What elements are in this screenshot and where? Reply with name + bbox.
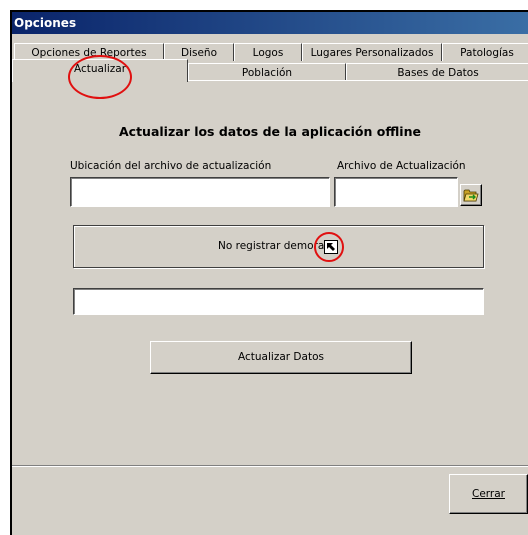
- tab-label: Actualizar: [73, 63, 127, 75]
- location-label: Ubicación del archivo de actualización: [70, 160, 272, 172]
- tab-poblacion[interactable]: Población: [188, 63, 346, 81]
- no-delay-group: No registrar demoras: [73, 225, 484, 268]
- tab-bases-de-datos[interactable]: Bases de Datos: [346, 63, 528, 81]
- open-folder-icon: [463, 188, 479, 205]
- footer-separator: [12, 465, 528, 467]
- tab-panel-border: [188, 80, 528, 81]
- close-button[interactable]: Cerrar: [449, 474, 528, 514]
- tab-label: Opciones de Reportes: [31, 47, 147, 59]
- tab-lugares-personalizados[interactable]: Lugares Personalizados: [302, 43, 442, 61]
- tab-label: Lugares Personalizados: [310, 47, 434, 59]
- arrow-up-left-icon[interactable]: [324, 240, 338, 254]
- window-title: Opciones: [14, 16, 77, 30]
- file-input[interactable]: [334, 177, 458, 207]
- tab-label: Población: [241, 67, 293, 79]
- update-data-button[interactable]: Actualizar Datos: [150, 341, 412, 374]
- tab-logos[interactable]: Logos: [234, 43, 302, 61]
- title-bar: Opciones: [12, 12, 528, 34]
- options-window: Opciones Opciones de Reportes Diseño Log…: [10, 10, 528, 535]
- tab-actualizar[interactable]: Actualizar: [12, 59, 188, 82]
- location-input[interactable]: [70, 177, 330, 207]
- tab-label: Patologías: [460, 47, 514, 59]
- page-heading: Actualizar los datos de la aplicación of…: [119, 124, 421, 139]
- tab-label: Logos: [252, 47, 284, 59]
- progress-field: [73, 288, 484, 315]
- browse-button[interactable]: [460, 184, 482, 206]
- tab-label: Diseño: [180, 47, 217, 59]
- update-data-label: Actualizar Datos: [238, 351, 324, 363]
- file-label: Archivo de Actualización: [337, 160, 466, 172]
- close-label: Cerrar: [472, 488, 505, 500]
- tab-label: Bases de Datos: [397, 67, 479, 79]
- no-delay-label: No registrar demoras: [218, 240, 330, 252]
- tab-patologias[interactable]: Patologías: [442, 43, 528, 61]
